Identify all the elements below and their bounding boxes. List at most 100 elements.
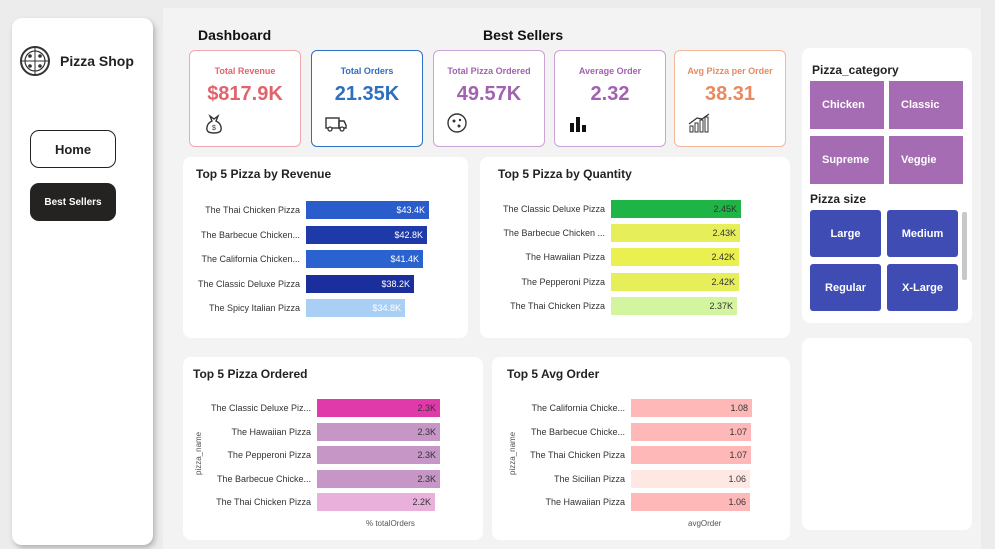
- kpi-label: Total Revenue: [214, 66, 276, 76]
- bar[interactable]: 2.3K: [317, 446, 440, 464]
- data-label: 2.3K: [417, 426, 436, 437]
- size-medium-button[interactable]: Medium: [887, 210, 958, 257]
- kpi-value: $817.9K: [207, 83, 283, 105]
- category-veggie-button[interactable]: Veggie: [889, 136, 963, 184]
- category-label: The Thai Chicken Pizza: [205, 205, 300, 215]
- data-label: 2.37K: [709, 300, 733, 311]
- category-label: The Thai Chicken Pizza: [510, 300, 605, 311]
- data-label: 2.3K: [417, 450, 436, 460]
- bar[interactable]: 2.42K: [611, 248, 739, 267]
- data-label: $42.8K: [394, 229, 423, 240]
- money-bag-icon: $: [206, 113, 222, 134]
- category-label: The California Chicke...: [531, 403, 625, 413]
- x-axis-title: % totalOrders: [366, 519, 415, 528]
- chart-title: Top 5 Avg Order: [507, 367, 600, 381]
- bar[interactable]: 1.08: [631, 399, 752, 417]
- category-supreme-button[interactable]: Supreme: [810, 136, 884, 184]
- kpi-label: Average Order: [578, 66, 642, 76]
- data-label: 1.06: [728, 497, 746, 507]
- chart-title: Top 5 Pizza Ordered: [193, 367, 308, 381]
- category-label: The Barbecue Chicken...: [200, 229, 300, 240]
- data-label: 2.43K: [712, 228, 736, 239]
- size-regular-button[interactable]: Regular: [810, 264, 881, 311]
- bar[interactable]: 1.06: [631, 493, 750, 511]
- bar[interactable]: 2.3K: [317, 399, 440, 417]
- empty-panel: [802, 338, 972, 530]
- chart-title: Top 5 Pizza by Quantity: [498, 167, 632, 181]
- category-chicken-button[interactable]: Chicken: [810, 81, 884, 129]
- category-label: The Pepperoni Pizza: [521, 276, 605, 287]
- y-axis-title: pizza_name: [508, 431, 517, 475]
- data-label: 2.2K: [412, 497, 431, 507]
- size-x-large-button[interactable]: X-Large: [887, 264, 958, 311]
- home-button[interactable]: Home: [30, 130, 116, 168]
- category-classic-button[interactable]: Classic: [889, 81, 963, 129]
- kpi-total-orders: Total Orders 21.35K: [311, 50, 423, 147]
- bar[interactable]: $41.4K: [306, 250, 423, 268]
- logo: Pizza Shop: [18, 44, 134, 78]
- svg-text:$: $: [212, 125, 216, 132]
- bar[interactable]: $42.8K: [306, 225, 427, 244]
- kpi-value: 2.32: [590, 83, 630, 105]
- x-axis-title: avgOrder: [688, 519, 722, 528]
- data-label: 2.42K: [711, 252, 735, 263]
- category-label: The Spicy Italian Pizza: [208, 303, 300, 313]
- category-label: The Barbecue Chicke...: [216, 473, 311, 484]
- category-label: The Sicilian Pizza: [553, 473, 625, 484]
- chart-panel-quantity: Top 5 Pizza by Quantity The Classic Delu…: [480, 157, 790, 338]
- category-label: The Pepperoni Pizza: [227, 450, 311, 460]
- chart-title: Top 5 Pizza by Revenue: [196, 167, 332, 181]
- category-label: The Barbecue Chicke...: [530, 426, 625, 437]
- data-label: 1.08: [730, 403, 748, 413]
- delivery-truck-icon: [325, 117, 347, 132]
- slicer-scrollbar[interactable]: [962, 212, 967, 280]
- best-sellers-header: Best Sellers: [483, 27, 564, 43]
- bar[interactable]: 2.37K: [611, 296, 737, 315]
- bar[interactable]: 1.06: [631, 469, 750, 488]
- category-label: The Classic Deluxe Pizza: [197, 278, 300, 289]
- bar[interactable]: $38.2K: [306, 274, 414, 293]
- kpi-avg-pizza-per-order: Avg Pizza per Order 38.31: [674, 50, 786, 147]
- bar[interactable]: 2.43K: [611, 224, 740, 243]
- size-large-button[interactable]: Large: [810, 210, 881, 257]
- kpi-total-revenue: Total Revenue $817.9K $: [189, 50, 301, 147]
- category-label: The Classic Deluxe Piz...: [210, 403, 311, 413]
- bar[interactable]: 2.2K: [317, 493, 435, 511]
- category-label: The Hawaiian Pizza: [525, 252, 605, 263]
- bar[interactable]: 1.07: [631, 422, 751, 441]
- pizza-logo-icon: [20, 46, 50, 76]
- category-label: The California Chicken...: [201, 254, 300, 264]
- kpi-label: Total Orders: [340, 66, 394, 76]
- chart-panel-ordered: Top 5 Pizza Ordered pizza_name % totalOr…: [183, 357, 483, 540]
- best-sellers-button[interactable]: Best Sellers: [30, 183, 116, 221]
- data-label: $43.4K: [396, 205, 425, 215]
- data-label: 1.07: [729, 426, 747, 437]
- bar[interactable]: $34.8K: [306, 299, 405, 317]
- bar-chart-icon: [570, 117, 586, 132]
- category-label: The Hawaiian Pizza: [231, 426, 311, 437]
- bar[interactable]: 2.45K: [611, 200, 741, 218]
- data-label: 2.3K: [417, 473, 436, 484]
- data-label: $41.4K: [390, 254, 419, 264]
- bar[interactable]: 2.3K: [317, 469, 440, 488]
- data-label: 2.42K: [711, 276, 735, 287]
- app-title: Pizza Shop: [60, 53, 134, 69]
- kpi-total-pizza-ordered: Total Pizza Ordered 49.57K: [433, 50, 545, 147]
- chart-panel-revenue: Top 5 Pizza by Revenue The Thai Chicken …: [183, 157, 468, 338]
- bar[interactable]: $43.4K: [306, 201, 429, 219]
- data-label: $34.8K: [372, 303, 401, 313]
- data-label: 2.3K: [417, 403, 436, 413]
- size-slicer-title: Pizza size: [810, 192, 867, 206]
- pizza-icon: [447, 113, 467, 133]
- bar[interactable]: 2.42K: [611, 272, 739, 291]
- dashboard-header: Dashboard: [198, 27, 272, 43]
- category-label: The Classic Deluxe Pizza: [502, 204, 605, 214]
- category-label: The Thai Chicken Pizza: [530, 450, 625, 460]
- growth-chart-icon: [688, 113, 710, 133]
- kpi-value: 49.57K: [456, 83, 522, 105]
- kpi-label: Avg Pizza per Order: [687, 66, 773, 76]
- sidebar: Pizza Shop Home Best Sellers: [12, 18, 153, 545]
- bar[interactable]: 2.3K: [317, 422, 440, 441]
- bar[interactable]: 1.07: [631, 446, 751, 464]
- data-label: 2.45K: [713, 204, 737, 214]
